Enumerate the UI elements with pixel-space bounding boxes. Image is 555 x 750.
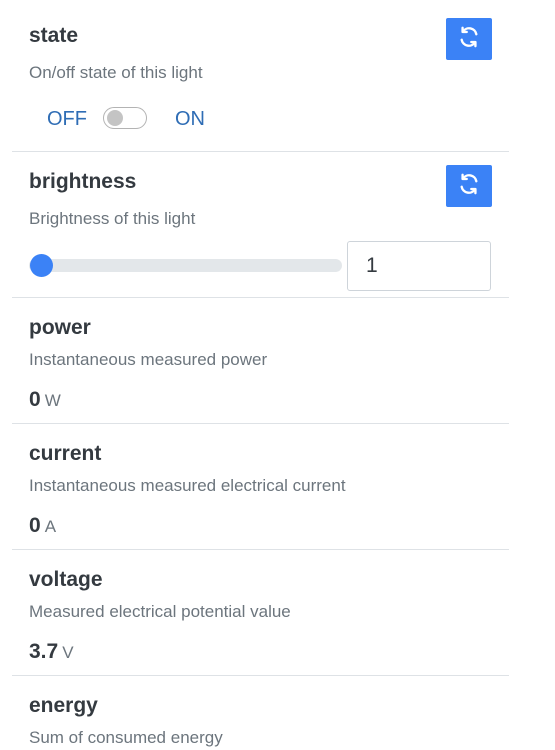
state-toggle-switch[interactable] <box>103 107 147 129</box>
on-label[interactable]: ON <box>175 108 205 131</box>
brightness-value-input[interactable] <box>347 241 491 291</box>
energy-title: energy <box>29 694 98 717</box>
state-refresh-button[interactable] <box>446 18 492 60</box>
voltage-value: 3.7 <box>29 640 59 663</box>
state-title: state <box>29 24 79 47</box>
voltage-value-row: 3.7 V <box>29 640 74 664</box>
current-section: current Instantaneous measured electrica… <box>12 424 509 550</box>
voltage-description: Measured electrical potential value <box>29 602 291 621</box>
power-value: 0 <box>29 388 41 411</box>
power-section: power Instantaneous measured power <box>12 298 509 424</box>
energy-section: energy Sum of consumed energy <box>12 676 509 750</box>
refresh-icon <box>458 173 480 200</box>
power-title: power <box>29 316 91 339</box>
state-description: On/off state of this light <box>29 63 203 82</box>
power-unit: W <box>44 391 61 410</box>
brightness-title: brightness <box>29 170 137 193</box>
brightness-description: Brightness of this light <box>29 209 196 228</box>
brightness-slider-thumb[interactable] <box>30 254 53 277</box>
voltage-unit: V <box>62 643 74 662</box>
current-title: current <box>29 442 102 465</box>
toggle-knob <box>107 110 123 126</box>
energy-description: Sum of consumed energy <box>29 728 223 747</box>
voltage-section: voltage Measured electrical potential va… <box>12 550 509 676</box>
current-value: 0 <box>29 514 41 537</box>
power-description: Instantaneous measured power <box>29 350 268 369</box>
current-description: Instantaneous measured electrical curren… <box>29 476 346 495</box>
current-unit: A <box>44 517 57 536</box>
voltage-title: voltage <box>29 568 103 591</box>
brightness-slider-track[interactable] <box>29 259 342 272</box>
refresh-icon <box>458 26 480 53</box>
power-value-row: 0W <box>29 388 61 412</box>
current-value-row: 0A <box>29 514 56 538</box>
brightness-refresh-button[interactable] <box>446 165 492 207</box>
off-label[interactable]: OFF <box>47 108 87 131</box>
